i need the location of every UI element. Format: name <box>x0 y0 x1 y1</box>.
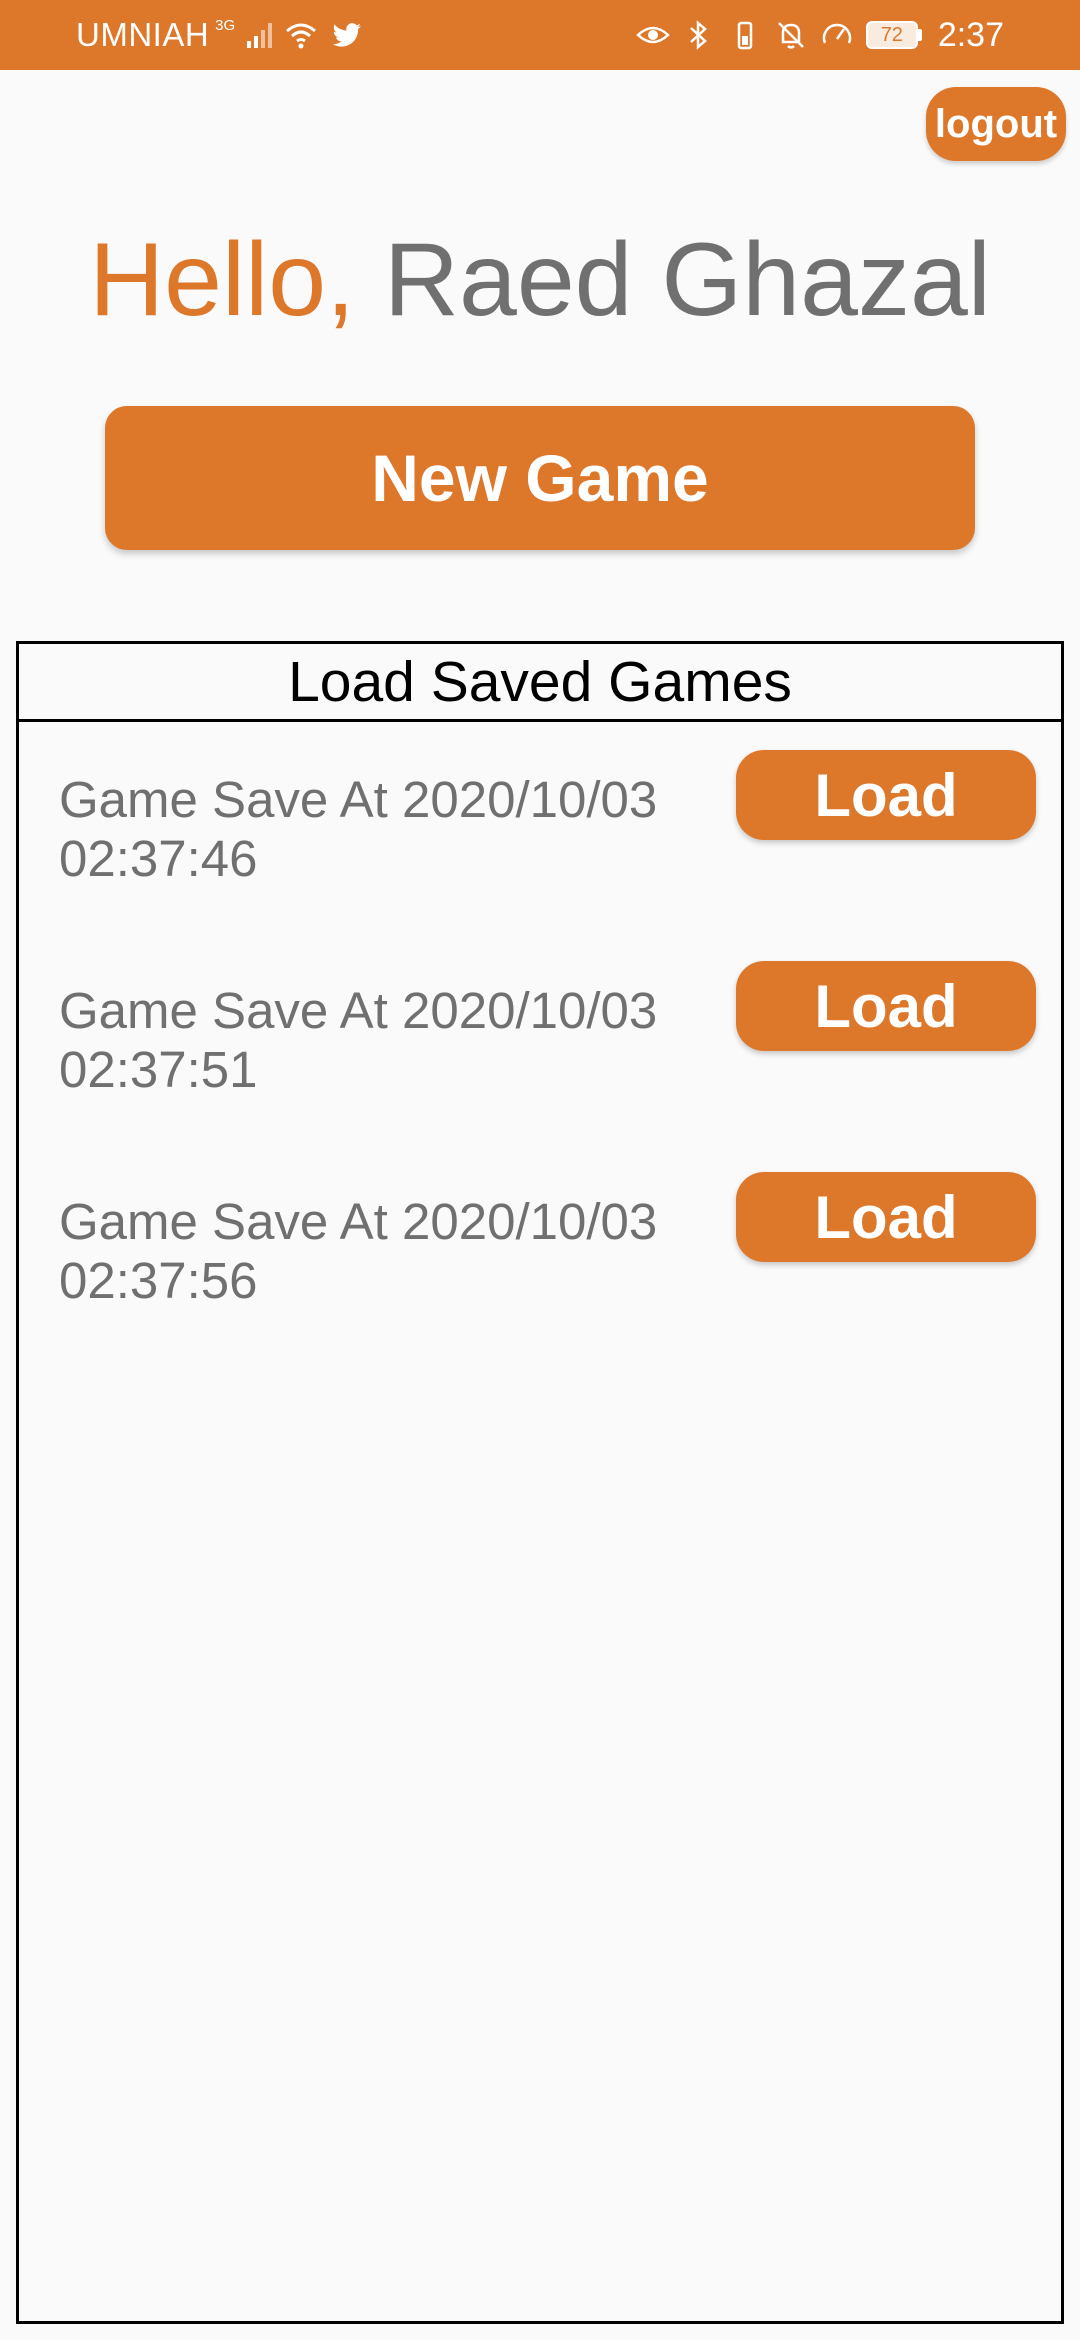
signal-icon <box>247 22 273 48</box>
save-entry-text: Game Save At 2020/10/03 02:37:51 <box>59 981 699 1099</box>
status-bar-left: UMNIAH 3G <box>76 16 364 54</box>
twitter-icon <box>332 23 362 47</box>
saved-games-title: Load Saved Games <box>19 644 1061 722</box>
list-item: Game Save At 2020/10/03 02:37:46 Load <box>19 722 1061 887</box>
save-time: 02:37:46 <box>59 830 258 887</box>
greeting: Hello, Raed Ghazal <box>0 218 1080 342</box>
battery-icon: 72 <box>865 21 922 49</box>
carrier-name: UMNIAH <box>76 16 210 53</box>
user-name: Raed Ghazal <box>383 222 991 338</box>
status-bar: UMNIAH 3G 72 2:37 <box>0 0 1080 70</box>
load-button[interactable]: Load <box>736 750 1036 840</box>
save-time: 02:37:56 <box>59 1252 258 1309</box>
bluetooth-icon <box>689 20 707 50</box>
save-date: Game Save At 2020/10/03 <box>59 1193 658 1250</box>
save-entry-text: Game Save At 2020/10/03 02:37:56 <box>59 1192 699 1310</box>
network-type: 3G <box>215 16 236 34</box>
wifi-icon <box>286 23 317 49</box>
save-date: Game Save At 2020/10/03 <box>59 771 658 828</box>
save-entry-text: Game Save At 2020/10/03 02:37:46 <box>59 770 699 888</box>
list-item: Game Save At 2020/10/03 02:37:51 Load <box>19 933 1061 1098</box>
logout-button[interactable]: logout <box>926 87 1066 161</box>
eye-icon <box>635 26 670 44</box>
save-date: Game Save At 2020/10/03 <box>59 982 658 1039</box>
vibrate-battery-icon <box>737 21 753 50</box>
speed-icon <box>822 23 852 44</box>
greeting-hello: Hello, <box>89 222 355 338</box>
load-button[interactable]: Load <box>736 961 1036 1051</box>
status-bar-right: 72 2:37 <box>635 15 1004 55</box>
load-button[interactable]: Load <box>736 1172 1036 1262</box>
new-game-button[interactable]: New Game <box>105 406 975 550</box>
save-time: 02:37:51 <box>59 1041 258 1098</box>
bell-off-icon <box>777 22 804 49</box>
list-item: Game Save At 2020/10/03 02:37:56 Load <box>19 1144 1061 1309</box>
clock: 2:37 <box>937 15 1004 54</box>
saved-games-panel: Load Saved Games Game Save At 2020/10/03… <box>16 641 1064 2324</box>
battery-level: 72 <box>865 21 918 49</box>
